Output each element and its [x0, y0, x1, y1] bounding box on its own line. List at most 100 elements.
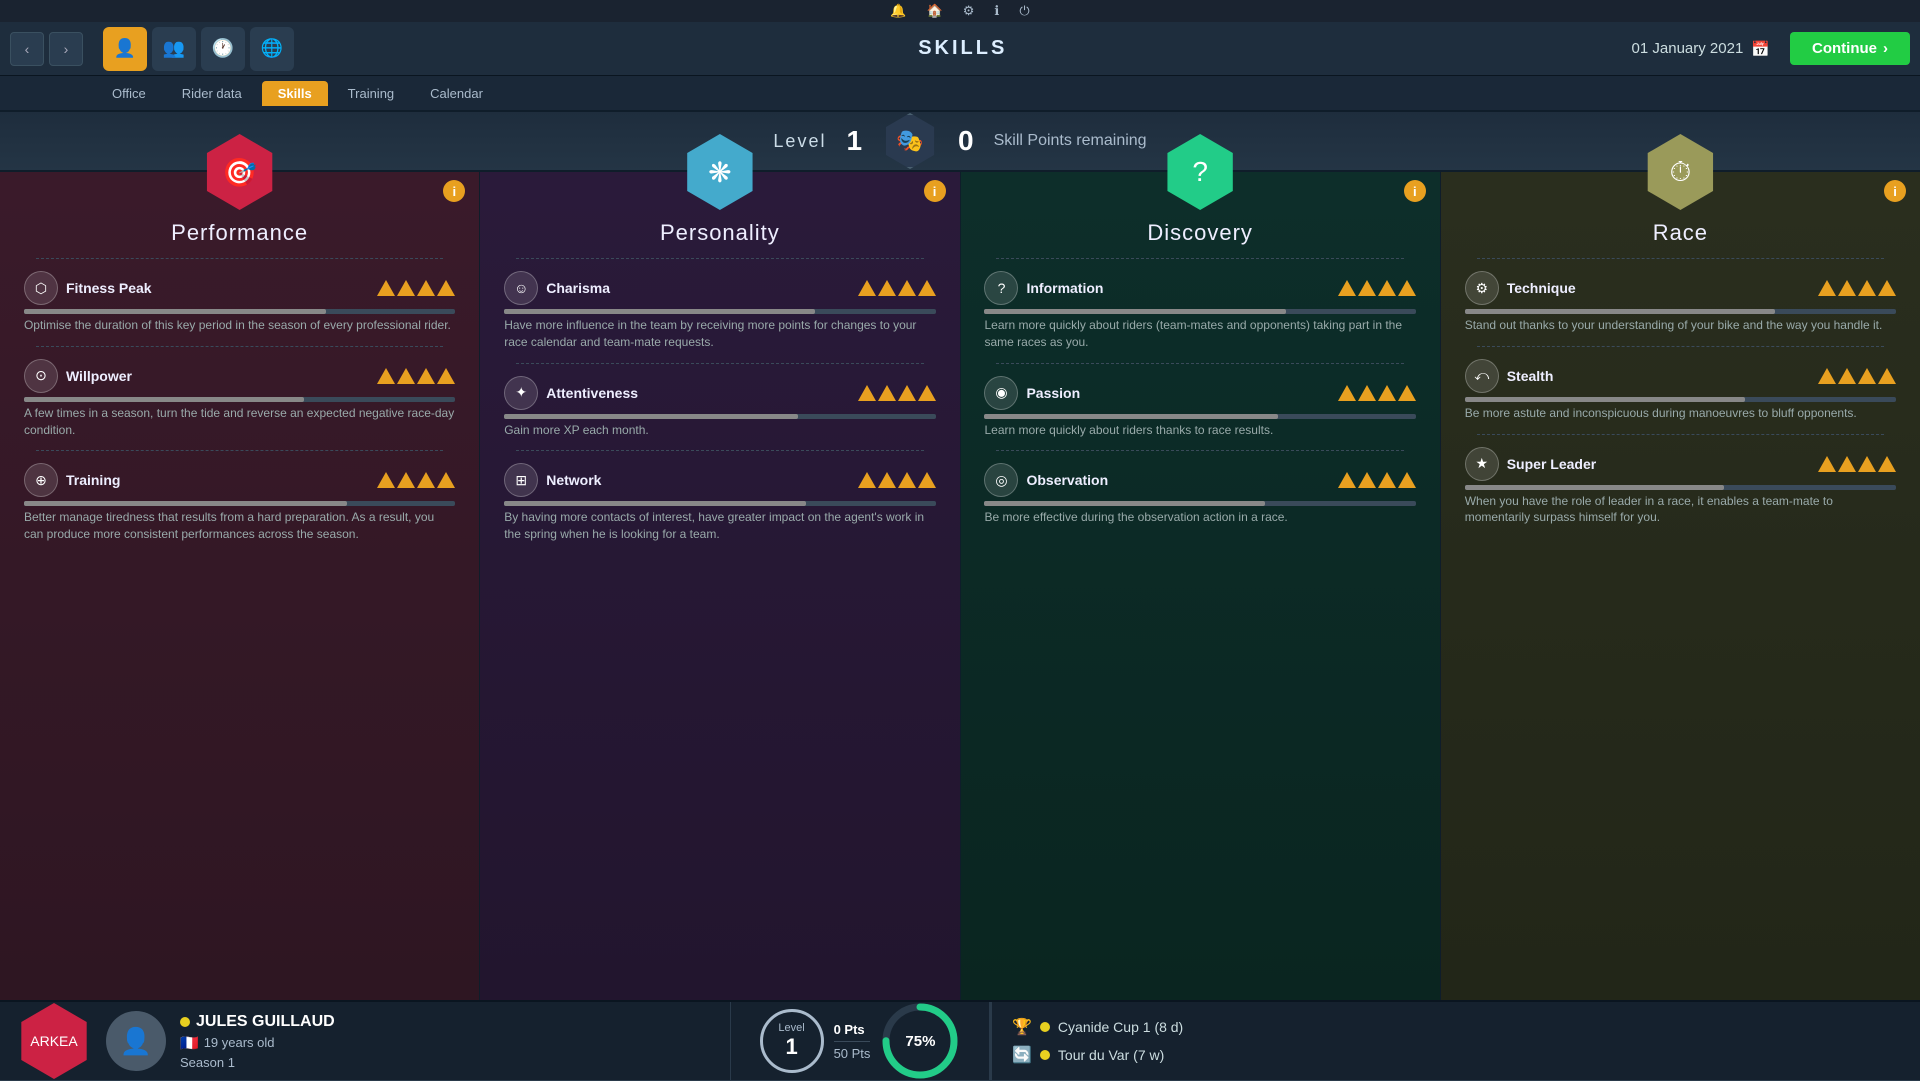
triangle-filled: [1818, 280, 1836, 296]
skill-bar-wrap: [1465, 485, 1896, 490]
skill-icon: ◉: [984, 376, 1018, 410]
skill-header: ⊞Network: [504, 463, 935, 497]
cycling-icon: 🔄: [1012, 1045, 1032, 1065]
triangle-filled: [417, 280, 435, 296]
triangle-filled: [1378, 280, 1396, 296]
info-icon[interactable]: ℹ: [994, 3, 999, 19]
skill-triangles: [1338, 472, 1416, 488]
date-text: 01 January 2021: [1632, 40, 1744, 57]
skill-name: Attentiveness: [546, 385, 849, 401]
race-name-1: Cyanide Cup 1 (8 d): [1058, 1019, 1183, 1035]
triangle-filled: [898, 280, 916, 296]
tab-skills[interactable]: Skills: [262, 81, 328, 106]
card-divider: [996, 258, 1403, 259]
skill-name: Super Leader: [1507, 456, 1810, 472]
skill-desc: Have more influence in the team by recei…: [504, 317, 935, 351]
skill-bar-wrap: [984, 414, 1415, 419]
skill-bar-fill: [984, 414, 1277, 419]
race-item-1: 🏆 Cyanide Cup 1 (8 d): [1012, 1017, 1900, 1037]
continue-button[interactable]: Continue ›: [1790, 32, 1910, 65]
gear-icon[interactable]: ⚙: [963, 3, 975, 19]
skill-item-charisma: ☺Charisma Have more influence in the team…: [504, 265, 935, 357]
skill-header: ⬡Fitness Peak: [24, 271, 455, 305]
skill-header: ?Information: [984, 271, 1415, 305]
triangle-filled: [898, 385, 916, 401]
forward-button[interactable]: ›: [49, 32, 83, 66]
skill-bar-bg: [984, 309, 1415, 314]
dot-yellow-2: [1040, 1022, 1050, 1032]
skill-triangles: [377, 368, 455, 384]
card-divider: [516, 363, 923, 364]
race-name-2: Tour du Var (7 w): [1058, 1047, 1164, 1063]
back-button[interactable]: ‹: [10, 32, 44, 66]
triangle-filled: [918, 280, 936, 296]
performance-title: Performance: [171, 220, 308, 246]
trophy-icon: 🏆: [1012, 1017, 1032, 1037]
skill-desc: When you have the role of leader in a ra…: [1465, 493, 1896, 527]
triangle-filled: [858, 280, 876, 296]
skill-bar-fill: [24, 397, 304, 402]
skill-points-num: 0: [958, 125, 974, 157]
triangle-filled: [437, 280, 455, 296]
skill-bar-fill: [504, 501, 806, 506]
skill-bar-bg: [24, 309, 455, 314]
skill-name: Network: [546, 472, 849, 488]
skill-bar-bg: [24, 397, 455, 402]
skill-desc: By having more contacts of interest, hav…: [504, 509, 935, 543]
calendar-icon[interactable]: 📅: [1751, 40, 1770, 58]
skill-icon: ◎: [984, 463, 1018, 497]
skill-name: Fitness Peak: [66, 280, 369, 296]
avatar-hexagon: 🎭: [882, 113, 938, 169]
skill-header: ☺Charisma: [504, 271, 935, 305]
skill-header: ✦ Attentiveness: [504, 376, 935, 410]
bell-icon[interactable]: 🔔: [890, 3, 906, 19]
skill-bar-wrap: [984, 501, 1415, 506]
triangle-filled: [1398, 472, 1416, 488]
flag-icon: 🇫🇷: [180, 1034, 199, 1052]
triangle-filled: [397, 472, 415, 488]
skill-bar-bg: [24, 501, 455, 506]
skill-header: ★Super Leader: [1465, 447, 1896, 481]
nav-icon-active[interactable]: 👤: [103, 27, 147, 71]
info-badge[interactable]: i: [1404, 180, 1426, 202]
bottom-bar: ARKEA 👤 JULES GUILLAUD 🇫🇷 19 years old S…: [0, 1000, 1920, 1080]
tab-training[interactable]: Training: [332, 81, 410, 106]
skill-item-technique: ⚙TechniqueStand out thanks to your under…: [1465, 265, 1896, 340]
triangle-filled: [1398, 280, 1416, 296]
skill-card-performance: i🎯Performance⬡Fitness PeakOptimise the d…: [0, 172, 480, 1000]
nav-bar: ‹ › 👤 👥 🕐 🌐 SKILLS 01 January 2021 📅 Con…: [0, 22, 1920, 76]
skill-triangles: [377, 472, 455, 488]
skill-name: Technique: [1507, 280, 1810, 296]
power-icon[interactable]: ⏻: [1019, 3, 1029, 19]
triangle-filled: [1838, 456, 1856, 472]
info-badge[interactable]: i: [443, 180, 465, 202]
tab-rider-data[interactable]: Rider data: [166, 81, 258, 106]
bottom-races-section: 🏆 Cyanide Cup 1 (8 d) 🔄 Tour du Var (7 w…: [990, 1002, 1920, 1080]
skill-card-race: i⏱Race⚙TechniqueStand out thanks to your…: [1441, 172, 1920, 1000]
home-icon[interactable]: 🏠: [927, 3, 943, 19]
team-logo-icon: ARKEA: [30, 1033, 77, 1049]
skill-name: Passion: [1026, 385, 1329, 401]
tab-calendar[interactable]: Calendar: [414, 81, 499, 106]
info-badge[interactable]: i: [1884, 180, 1906, 202]
skill-triangles: [858, 280, 936, 296]
nav-icon-clock[interactable]: 🕐: [201, 27, 245, 71]
triangle-filled: [1358, 472, 1376, 488]
skill-desc: Better manage tiredness that results fro…: [24, 509, 455, 543]
skill-bar-fill: [1465, 397, 1745, 402]
skill-icon: ⊙: [24, 359, 58, 393]
skill-bar-wrap: [24, 501, 455, 506]
nav-icon-riders[interactable]: 👥: [152, 27, 196, 71]
skill-bar-wrap: [24, 309, 455, 314]
skill-icon: ✦: [504, 376, 538, 410]
progress-circle: 75%: [880, 1001, 960, 1081]
rider-name-text: JULES GUILLAUD: [196, 1013, 335, 1031]
info-badge[interactable]: i: [924, 180, 946, 202]
skill-triangles: [858, 472, 936, 488]
tab-office[interactable]: Office: [96, 81, 162, 106]
nav-icon-globe[interactable]: 🌐: [250, 27, 294, 71]
skill-item-willpower: ⊙WillpowerA few times in a season, turn …: [24, 353, 455, 445]
discovery-title: Discovery: [1147, 220, 1253, 246]
personality-title: Personality: [660, 220, 780, 246]
triangle-filled: [898, 472, 916, 488]
